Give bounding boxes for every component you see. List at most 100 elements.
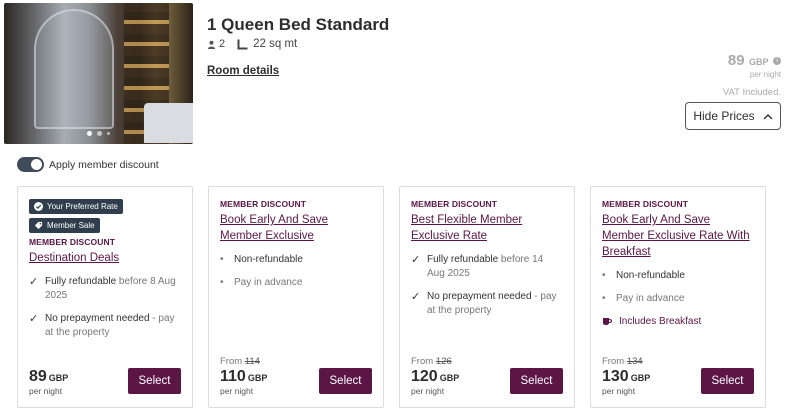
rate-price: 120 GBP [411,368,459,386]
card-price-area: From 134 130 GBP per night Select [602,356,754,396]
feature-text: No prepayment needed [427,291,532,302]
person-icon [207,40,216,49]
vat-note: VAT Included. [722,87,781,98]
check-circle-icon [34,202,43,211]
includes-breakfast: Includes Breakfast [602,316,754,327]
room-meta: 2 22 sq mt [207,38,297,50]
rate-name-link[interactable]: Book Early And Save Member Exclusive [220,212,372,244]
old-price: 114 [244,356,260,367]
price-per-night: per night [602,386,636,396]
card-price-area: From 114 110 GBP per night Select [220,356,372,396]
check-icon: ✓ [411,291,421,303]
carousel-dot[interactable] [107,132,110,135]
condition-non-refundable: • Non-refundable [220,253,372,267]
bullet-icon: • [602,270,606,281]
guest-count: 2 [219,38,226,50]
feature-text: No prepayment needed [45,313,150,324]
carousel-dot[interactable] [87,131,92,136]
select-button[interactable]: Select [701,368,754,394]
price-currency: GBP [630,373,651,383]
old-price: 134 [626,356,643,367]
room-details-link[interactable]: Room details [207,65,279,77]
price-per-night: per night [749,70,781,79]
preferred-rate-badge: Your Preferred Rate [29,199,123,214]
condition-text: Non-refundable [234,254,303,265]
condition-pay-in-advance: • Pay in advance [220,276,372,290]
badge-label: Member Sale [47,221,95,230]
rate-name-link[interactable]: Best Flexible Member Exclusive Rate [411,212,563,244]
from-label: From [602,356,625,367]
condition-text: Pay in advance [234,277,303,288]
price-amount: 120 [411,368,438,385]
feature-text: Fully refundable [427,254,499,265]
check-icon: ✓ [29,313,39,325]
coffee-cup-icon [603,318,612,325]
member-discount-row: Apply member discount [17,157,159,172]
price-per-night: per night [220,386,254,396]
card-price-area: 89 GBP per night Select [29,356,181,396]
select-button[interactable]: Select [128,368,181,394]
from-price: From 126 [411,356,452,367]
tag-icon [34,221,43,230]
bed [144,103,193,143]
badge-label: Your Preferred Rate [47,202,118,211]
rate-card-destination-deals: Your Preferred Rate Member Sale MEMBER D… [17,186,193,408]
member-sale-badge: Member Sale [29,218,100,233]
feature-refundable: ✓ Fully refundable before 14 Aug 2025 [411,253,563,281]
check-icon: ✓ [411,254,421,266]
rate-price: 89 GBP [29,368,68,386]
member-discount-label: MEMBER DISCOUNT [411,199,498,209]
carousel-dot[interactable] [97,131,102,136]
price-currency: GBP [247,373,268,383]
price-currency: GBP [48,373,69,383]
member-discount-label: MEMBER DISCOUNT [29,237,116,247]
rate-name-link[interactable]: Book Early And Save Member Exclusive Rat… [602,212,754,260]
condition-pay-in-advance: • Pay in advance [602,292,754,306]
shower-enclosure [34,9,114,129]
condition-text: Non-refundable [616,270,685,281]
bullet-icon: • [220,277,224,288]
price-amount: 130 [602,368,629,385]
price-per-night: per night [29,386,63,396]
room-price-summary: 89 GBP i per night VAT Included. [723,52,781,98]
rate-card-best-flexible: MEMBER DISCOUNT Best Flexible Member Exc… [399,186,575,408]
price-amount: 110 [220,368,246,385]
rate-price: 110 GBP [220,368,267,386]
member-discount-toggle[interactable] [17,157,44,172]
rate-price: 130 GBP [602,368,650,386]
bullet-icon: • [602,293,606,304]
room-size-icon [237,39,248,49]
condition-non-refundable: • Non-refundable [602,269,754,283]
price-per-night: per night [411,386,445,396]
condition-text: Pay in advance [616,293,685,304]
from-label: From [220,356,243,367]
feature-no-prepayment: ✓ No prepayment needed - pay at the prop… [29,312,181,340]
member-discount-label: Apply member discount [49,158,159,171]
feature-no-prepayment: ✓ No prepayment needed - pay at the prop… [411,290,563,318]
feature-text: Fully refundable [45,276,117,287]
bullet-icon: • [220,254,224,265]
info-icon[interactable]: i [773,57,781,65]
hide-prices-label: Hide Prices [693,109,755,123]
rate-name-link[interactable]: Destination Deals [29,250,181,266]
room-photo-carousel[interactable] [4,3,193,144]
toggle-knob [31,159,42,170]
from-price: From 134 [602,356,643,367]
rate-card-book-early-breakfast: MEMBER DISCOUNT Book Early And Save Memb… [590,186,766,408]
feature-refundable: ✓ Fully refundable before 8 Aug 2025 [29,275,181,303]
old-price: 126 [435,356,452,367]
room-title: 1 Queen Bed Standard [207,15,390,34]
price-amount: 89 [29,368,47,385]
select-button[interactable]: Select [510,368,563,394]
price-amount: 89 [727,52,745,69]
price-currency: GBP [439,373,460,383]
member-discount-label: MEMBER DISCOUNT [220,199,307,209]
select-button[interactable]: Select [319,368,372,394]
from-price: From 114 [220,356,260,367]
hide-prices-button[interactable]: Hide Prices [685,102,781,130]
room-size: 22 sq mt [253,38,298,50]
price-currency: GBP [749,57,769,67]
chevron-up-icon [763,113,773,119]
member-discount-label: MEMBER DISCOUNT [602,199,689,209]
check-icon: ✓ [29,276,39,288]
